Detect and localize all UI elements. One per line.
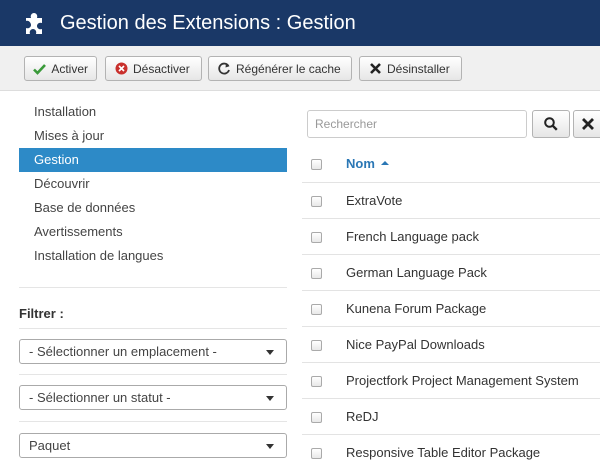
times-icon — [582, 118, 594, 130]
sidebar-item-install-languages[interactable]: Installation de langues — [19, 244, 287, 268]
select-all-checkbox[interactable] — [311, 159, 322, 170]
table-row: ReDJ — [302, 398, 600, 434]
sort-ascending-icon — [380, 160, 389, 165]
clear-search-button[interactable] — [573, 110, 600, 138]
extension-name: German Language Pack — [346, 265, 487, 280]
row-checkbox[interactable] — [311, 340, 322, 351]
extension-name: ExtraVote — [346, 193, 403, 208]
row-checkbox[interactable] — [311, 304, 322, 315]
refresh-cache-label: Régénérer le cache — [236, 61, 341, 76]
refresh-icon — [217, 62, 231, 76]
sidebar-item-database[interactable]: Base de données — [19, 196, 287, 220]
activate-button[interactable]: Activer — [24, 56, 97, 81]
table-row: Nice PayPal Downloads — [302, 326, 600, 362]
search-icon — [544, 117, 558, 131]
toolbar: Activer Désactiver Régénérer le cache Dé… — [0, 46, 600, 91]
type-filter-value: Paquet — [29, 438, 71, 453]
divider — [19, 421, 287, 422]
deactivate-label: Désactiver — [133, 61, 190, 76]
table-row: Projectfork Project Management System — [302, 362, 600, 398]
extension-name: ReDJ — [346, 409, 379, 424]
uninstall-button[interactable]: Désinstaller — [359, 56, 462, 81]
extension-name: Responsive Table Editor Package — [346, 445, 541, 460]
times-icon — [368, 62, 382, 76]
puzzle-icon — [26, 13, 42, 34]
extension-name: Nice PayPal Downloads — [346, 337, 485, 352]
divider — [19, 328, 287, 329]
sidebar-item-installation[interactable]: Installation — [19, 100, 287, 124]
row-checkbox[interactable] — [311, 412, 322, 423]
sidebar-item-discover[interactable]: Découvrir — [19, 172, 287, 196]
page-header: Gestion des Extensions : Gestion — [0, 0, 600, 46]
extension-name: Projectfork Project Management System — [346, 373, 579, 388]
table-row: Responsive Table Editor Package — [302, 434, 600, 465]
status-filter-select[interactable]: - Sélectionner un statut - — [19, 385, 287, 410]
caret-down-icon — [266, 396, 274, 401]
refresh-cache-button[interactable]: Régénérer le cache — [208, 56, 352, 81]
search-button[interactable] — [532, 110, 570, 138]
table-row: German Language Pack — [302, 254, 600, 290]
uninstall-label: Désinstaller — [387, 61, 450, 76]
check-icon — [33, 62, 47, 76]
caret-down-icon — [266, 444, 274, 449]
table-row: ExtraVote — [302, 182, 600, 218]
location-filter-select[interactable]: - Sélectionner un emplacement - — [19, 339, 287, 364]
sidebar-item-manage[interactable]: Gestion — [19, 148, 287, 172]
caret-down-icon — [266, 350, 274, 355]
row-checkbox[interactable] — [311, 268, 322, 279]
column-header-name[interactable]: Nom — [346, 146, 389, 181]
divider — [19, 374, 287, 375]
status-filter-value: - Sélectionner un statut - — [29, 390, 171, 405]
row-checkbox[interactable] — [311, 232, 322, 243]
extensions-table: Nom ExtraVote French Language pack Germa… — [302, 146, 600, 465]
column-header-label: Nom — [346, 156, 375, 171]
filter-label: Filtrer : — [19, 306, 64, 321]
sidebar-item-warnings[interactable]: Avertissements — [19, 220, 287, 244]
activate-label: Activer — [51, 61, 88, 76]
location-filter-value: - Sélectionner un emplacement - — [29, 344, 217, 359]
extension-name: Kunena Forum Package — [346, 301, 487, 316]
deactivate-button[interactable]: Désactiver — [105, 56, 202, 81]
divider — [19, 287, 287, 288]
table-row: Kunena Forum Package — [302, 290, 600, 326]
sidebar-nav: Installation Mises à jour Gestion Découv… — [19, 100, 287, 268]
sidebar-item-updates[interactable]: Mises à jour — [19, 124, 287, 148]
remove-circle-icon — [114, 62, 128, 76]
search-input[interactable] — [307, 110, 527, 138]
row-checkbox[interactable] — [311, 196, 322, 207]
type-filter-select[interactable]: Paquet — [19, 433, 287, 458]
extension-name: French Language pack — [346, 229, 479, 244]
row-checkbox[interactable] — [311, 376, 322, 387]
row-checkbox[interactable] — [311, 448, 322, 459]
table-header-row: Nom — [302, 146, 600, 182]
table-row: French Language pack — [302, 218, 600, 254]
page-title: Gestion des Extensions : Gestion — [60, 12, 356, 34]
